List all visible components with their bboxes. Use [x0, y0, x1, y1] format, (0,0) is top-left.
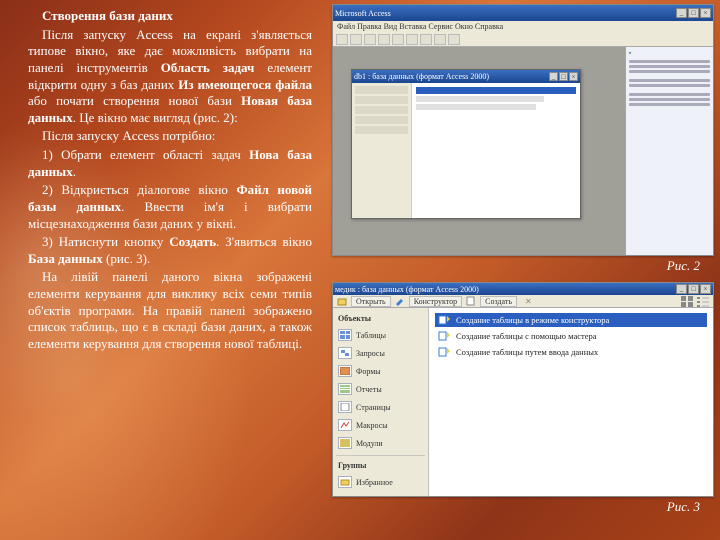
cat-header: Группы	[336, 455, 425, 472]
para-6: На лівій панелі даного вікна зображені е…	[28, 269, 312, 352]
toolbar-button[interactable]	[448, 34, 460, 45]
titlebar: медик : база данных (формат Access 2000)…	[333, 283, 713, 295]
figure-access-main: Microsoft Access _ □ × Файл Правка Вид В…	[332, 4, 714, 256]
objects-pane: Объекты Таблицы Запросы Формы Отчеты Стр…	[333, 308, 429, 496]
design-button[interactable]: Конструктор	[409, 296, 462, 307]
items-pane: Создание таблицы в режиме конструктора С…	[429, 308, 713, 496]
maximize-icon[interactable]: □	[559, 72, 568, 81]
large-icons-icon[interactable]	[681, 296, 693, 307]
db-window: db1 : база данных (формат Access 2000) _…	[351, 69, 581, 219]
minimize-icon[interactable]: _	[549, 72, 558, 81]
menubar[interactable]: Файл Правка Вид Вставка Сервис Окно Спра…	[333, 21, 713, 33]
list-item[interactable]: Создание таблицы путем ввода данных	[435, 345, 707, 359]
titlebar: Microsoft Access _ □ ×	[333, 5, 713, 21]
cat-pages[interactable]: Страницы	[336, 399, 425, 415]
window-title: db1 : база данных (формат Access 2000)	[354, 72, 549, 81]
cat-forms[interactable]: Формы	[336, 363, 425, 379]
task-pane[interactable]: •	[625, 47, 713, 255]
toolbar-button[interactable]	[434, 34, 446, 45]
cat-queries[interactable]: Запросы	[336, 345, 425, 361]
wizard-icon	[437, 330, 451, 342]
toolbar-button[interactable]	[392, 34, 404, 45]
app-body: db1 : база данных (формат Access 2000) _…	[333, 47, 713, 255]
toolbar-button[interactable]	[336, 34, 348, 45]
maximize-icon[interactable]: □	[688, 284, 699, 294]
toolbar	[333, 33, 713, 47]
close-icon[interactable]: ×	[569, 72, 578, 81]
cat-macros[interactable]: Макросы	[336, 417, 425, 433]
toolbar-button[interactable]	[364, 34, 376, 45]
para-5: 3) Натиснути кнопку Создать. З'явиться в…	[28, 234, 312, 267]
minimize-icon[interactable]: _	[676, 284, 687, 294]
wizard-icon	[437, 346, 451, 358]
new-button[interactable]: Создать	[480, 296, 517, 307]
cat-favorites[interactable]: Избранное	[336, 474, 425, 490]
toolbar-button[interactable]	[420, 34, 432, 45]
cat-header: Объекты	[336, 312, 425, 325]
figure-db-window: медик : база данных (формат Access 2000)…	[332, 282, 714, 497]
window-title: Microsoft Access	[335, 9, 676, 18]
close-icon[interactable]: ×	[700, 8, 711, 18]
cat-reports[interactable]: Отчеты	[336, 381, 425, 397]
toolbar-button[interactable]	[378, 34, 390, 45]
window-title: медик : база данных (формат Access 2000)	[335, 285, 676, 294]
para-1: Після запуску Access на екрані з'являєть…	[28, 27, 312, 127]
open-icon	[337, 296, 347, 306]
list-icons-icon[interactable]	[697, 296, 709, 307]
new-icon	[466, 296, 476, 306]
toolbar: Открыть Конструктор Создать ✕	[333, 295, 713, 308]
list-item[interactable]: Создание таблицы с помощью мастера	[435, 329, 707, 343]
wizard-icon	[437, 314, 451, 326]
para-3: 1) Обрати елемент області задач Нова баз…	[28, 147, 312, 180]
toolbar-button[interactable]	[406, 34, 418, 45]
toolbar-button[interactable]	[350, 34, 362, 45]
text-column: Створення бази даних Після запуску Acces…	[0, 0, 322, 540]
minimize-icon[interactable]: _	[676, 8, 687, 18]
para-4: 2) Відкриється діалогове вікно Файл ново…	[28, 182, 312, 232]
maximize-icon[interactable]: □	[688, 8, 699, 18]
cat-tables[interactable]: Таблицы	[336, 327, 425, 343]
figure-caption: Рис. 3	[667, 499, 700, 515]
cat-modules[interactable]: Модули	[336, 435, 425, 451]
titlebar: db1 : база данных (формат Access 2000) _…	[352, 70, 580, 83]
open-button[interactable]: Открыть	[351, 296, 391, 307]
close-icon[interactable]: ×	[700, 284, 711, 294]
para-2: Після запуску Access потрібно:	[28, 128, 312, 145]
figure-caption: Рис. 2	[667, 258, 700, 274]
list-item[interactable]: Создание таблицы в режиме конструктора	[435, 313, 707, 327]
design-icon	[395, 296, 405, 306]
heading: Створення бази даних	[28, 8, 312, 25]
